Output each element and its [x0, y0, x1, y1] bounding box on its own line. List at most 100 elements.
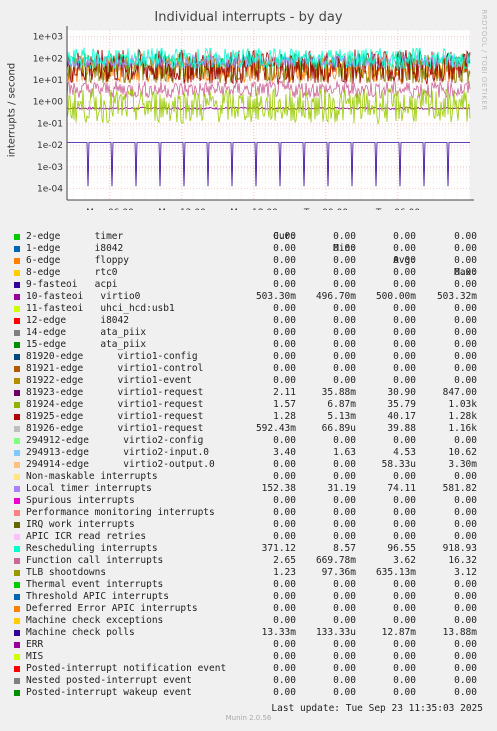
legend-max: 0.00: [454, 675, 477, 686]
legend-max: 10.62: [448, 447, 477, 458]
legend-label: 2-edge timer: [26, 231, 124, 242]
legend-row: IRQ work interrupts 0.00 0.00 0.00 0.00: [0, 519, 497, 531]
legend-swatch: [14, 570, 20, 576]
legend-avg: 0.00: [393, 639, 416, 650]
legend-swatch: [14, 546, 20, 552]
legend-swatch: [14, 342, 20, 348]
y-tick-label: 1e+01: [33, 76, 63, 86]
legend-avg: 0.00: [393, 435, 416, 446]
legend-label: IRQ work interrupts: [26, 519, 135, 530]
legend-max: 0.00: [454, 651, 477, 662]
legend-label: 294912-edge virtio2-config: [26, 435, 204, 446]
x-tick-label: Tue 00:00: [303, 208, 348, 210]
legend-label: TLB shootdowns: [26, 567, 107, 578]
legend-row: TLB shootdowns 1.23 97.36m 635.13m 3.12: [0, 567, 497, 579]
legend-swatch: [14, 378, 20, 384]
legend-label: Machine check polls: [26, 627, 135, 638]
legend-avg: 0.00: [393, 519, 416, 530]
legend-swatch: [14, 390, 20, 396]
legend-swatch: [14, 534, 20, 540]
legend-row: 81923-edge virtio1-request 2.11 35.88m 30.9…: [0, 387, 497, 399]
legend-label: 11-fasteoi uhci_hcd:usb1: [26, 303, 175, 314]
legend-avg: 4.53: [393, 447, 416, 458]
legend-max: 0.00: [454, 603, 477, 614]
legend-label: 81922-edge virtio1-event: [26, 375, 192, 386]
legend-max: 0.00: [454, 267, 477, 278]
legend-max: 0.00: [454, 363, 477, 374]
legend-avg: 0.00: [393, 255, 416, 266]
legend-label: 12-edge i8042: [26, 315, 129, 326]
legend-row: Performance monitoring interrupts 0.00 0.0…: [0, 507, 497, 519]
legend-avg: 0.00: [393, 591, 416, 602]
legend-label: Posted-interrupt wakeup event: [26, 687, 192, 698]
interrupts-chart: 1e+03 1e+02 1e+01 1e+00 1e-01 1e-02 1e-03 1e-04…: [33, 26, 474, 210]
legend-row: Machine check polls 13.33m 133.33u 12.87m 13…: [0, 627, 497, 639]
legend-swatch: [14, 234, 20, 240]
legend-row: 81924-edge virtio1-request 1.57 6.87m 35.79…: [0, 399, 497, 411]
legend-table: Cur: Min: Avg: Max: 2-edge timer 0.00 0.00…: [0, 219, 497, 699]
legend-row: MIS 0.00 0.00 0.00 0.00: [0, 651, 497, 663]
legend-max: 0.00: [454, 315, 477, 326]
legend-label: APIC ICR read retries: [26, 531, 147, 542]
legend-swatch: [14, 666, 20, 672]
legend-label: Machine check exceptions: [26, 615, 164, 626]
legend-row: Nested posted-interrupt event 0.00 0.00 0.0…: [0, 675, 497, 687]
legend-label: Spurious interrupts: [26, 495, 135, 506]
legend-swatch: [14, 438, 20, 444]
legend-max: 0.00: [454, 351, 477, 362]
legend-avg: 0.00: [393, 687, 416, 698]
legend-max: 13.88m: [442, 627, 477, 638]
legend-row: 12-edge i8042 0.00 0.00 0.00 0.00: [0, 315, 497, 327]
legend-avg: 0.00: [393, 327, 416, 338]
legend-row: Non-maskable interrupts 0.00 0.00 0.00 0.00: [0, 471, 497, 483]
legend-max: 0.00: [454, 435, 477, 446]
legend-label: Posted-interrupt notification event: [26, 663, 227, 674]
x-tick-label: Mon 18:00: [230, 208, 278, 210]
legend-swatch: [14, 678, 20, 684]
legend-avg: 0.00: [393, 675, 416, 686]
legend-row: Deferred Error APIC interrupts 0.00 0.00 0.…: [0, 603, 497, 615]
legend-max: 0.00: [454, 231, 477, 242]
legend-row: 9-fasteoi acpi 0.00 0.00 0.00 0.00: [0, 279, 497, 291]
legend-row: 2-edge timer 0.00 0.00 0.00 0.00: [0, 231, 497, 243]
legend-max: 0.00: [454, 375, 477, 386]
legend-row: 14-edge ata_piix 0.00 0.00 0.00 0.00: [0, 327, 497, 339]
munin-version: Munin 2.0.56: [225, 714, 272, 722]
legend-max: 1.28k: [448, 411, 477, 422]
legend-row: 11-fasteoi uhci_hcd:usb1 0.00 0.00 0.00 0.00: [0, 303, 497, 315]
legend-swatch: [14, 594, 20, 600]
legend-label: Local timer interrupts: [26, 483, 152, 494]
legend-avg: 0.00: [393, 267, 416, 278]
legend-swatch: [14, 690, 20, 696]
legend-label: 81924-edge virtio1-request: [26, 399, 204, 410]
legend-max: 0.00: [454, 471, 477, 482]
legend-label: 15-edge ata_piix: [26, 339, 147, 350]
legend-swatch: [14, 366, 20, 372]
legend-swatch: [14, 618, 20, 624]
legend-swatch: [14, 306, 20, 312]
legend-max: 918.93: [442, 543, 477, 554]
legend-row: 6-edge floppy 0.00 0.00 0.00 0.00: [0, 255, 497, 267]
legend-label: 81926-edge virtio1-request: [26, 423, 204, 434]
legend-label: Nested posted-interrupt event: [26, 675, 192, 686]
legend-swatch: [14, 558, 20, 564]
legend-row: ERR 0.00 0.00 0.00 0.00: [0, 639, 497, 651]
legend-label: 10-fasteoi virtio0: [26, 291, 141, 302]
legend-row: Function call interrupts 2.65 669.78m 3.62 1…: [0, 555, 497, 567]
legend-avg: 0.00: [393, 507, 416, 518]
legend-swatch: [14, 246, 20, 252]
legend-avg: 0.00: [393, 375, 416, 386]
legend-swatch: [14, 474, 20, 480]
legend-avg: 30.90: [387, 387, 416, 398]
legend-avg: 635.13m: [375, 567, 416, 578]
legend-max: 0.00: [454, 519, 477, 530]
legend-row: 10-fasteoi virtio0 503.30m 496.70m 500.00m 5…: [0, 291, 497, 303]
legend-swatch: [14, 606, 20, 612]
legend-avg: 3.62: [393, 555, 416, 566]
legend-swatch: [14, 294, 20, 300]
legend-swatch: [14, 642, 20, 648]
legend-max: 0.00: [454, 339, 477, 350]
y-tick-label: 1e+03: [33, 33, 63, 43]
legend-swatch: [14, 414, 20, 420]
legend-avg: 0.00: [393, 231, 416, 242]
